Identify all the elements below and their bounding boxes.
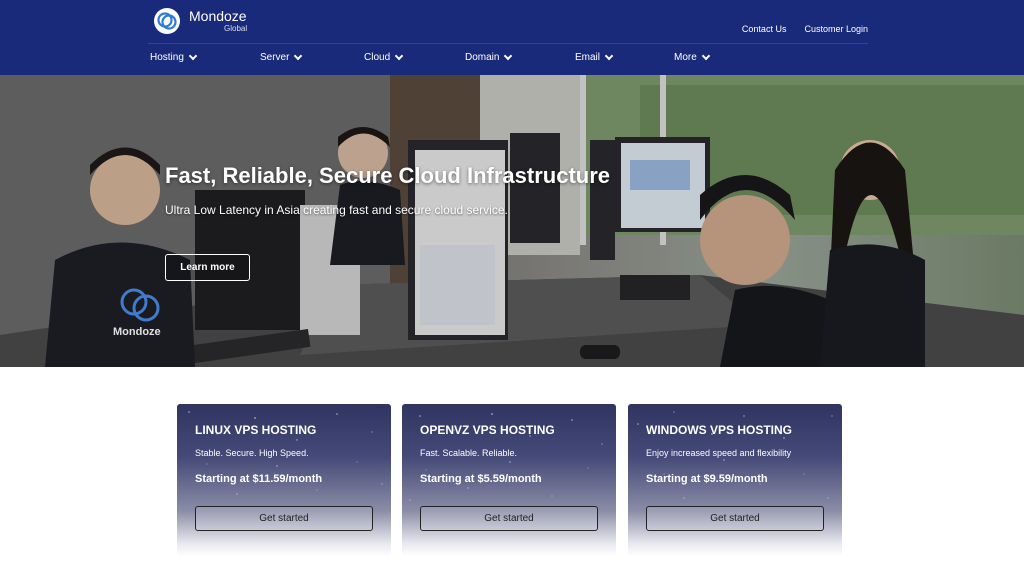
get-started-button[interactable]: Get started bbox=[420, 506, 598, 531]
brand-name: Mondoze bbox=[189, 8, 247, 24]
learn-more-button[interactable]: Learn more bbox=[165, 254, 250, 281]
card-price: Starting at $9.59/month bbox=[646, 473, 768, 485]
chevron-down-icon bbox=[504, 51, 513, 61]
get-started-button[interactable]: Get started bbox=[195, 506, 373, 531]
chevron-down-icon bbox=[701, 51, 711, 61]
card-linux-vps: LINUX VPS HOSTING Stable. Secure. High S… bbox=[177, 404, 391, 556]
hero-title: Fast, Reliable, Secure Cloud Infrastruct… bbox=[165, 163, 611, 188]
card-description: Enjoy increased speed and flexibility bbox=[646, 448, 792, 458]
nav-divider bbox=[148, 43, 868, 44]
card-description: Fast. Scalable. Reliable. bbox=[420, 448, 518, 458]
customer-login-link[interactable]: Customer Login bbox=[804, 24, 868, 34]
chevron-down-icon bbox=[604, 51, 614, 61]
nav-item-cloud[interactable]: Cloud bbox=[364, 51, 404, 63]
nav-label: Server bbox=[260, 52, 290, 63]
hero-subtitle: Ultra Low Latency in Asia creating fast … bbox=[165, 203, 508, 217]
chevron-down-icon bbox=[294, 51, 303, 61]
nav-item-hosting[interactable]: Hosting bbox=[150, 51, 198, 63]
card-price: Starting at $11.59/month bbox=[195, 473, 323, 485]
nav-label: Hosting bbox=[150, 52, 184, 63]
nav-item-server[interactable]: Server bbox=[260, 51, 303, 63]
card-price: Starting at $5.59/month bbox=[420, 473, 542, 485]
top-links: Contact Us Customer Login bbox=[742, 24, 868, 34]
card-title: LINUX VPS HOSTING bbox=[195, 423, 317, 437]
card-windows-vps: WINDOWS VPS HOSTING Enjoy increased spee… bbox=[628, 404, 842, 556]
card-title: WINDOWS VPS HOSTING bbox=[646, 423, 793, 437]
nav-label: Cloud bbox=[364, 52, 391, 63]
nav-label: Email bbox=[575, 52, 601, 63]
nav-item-domain[interactable]: Domain bbox=[465, 51, 513, 63]
card-title: OPENVZ VPS HOSTING bbox=[420, 423, 555, 437]
nav-item-email[interactable]: Email bbox=[575, 51, 614, 63]
nav-item-more[interactable]: More bbox=[674, 51, 711, 63]
nav-label: Domain bbox=[465, 52, 500, 63]
chevron-down-icon bbox=[394, 51, 404, 61]
hero-banner: Mondoze Fast, Reliable, Secure Cloud Inf… bbox=[0, 75, 1024, 367]
brand-sub: Global bbox=[224, 24, 248, 33]
card-description: Stable. Secure. High Speed. bbox=[195, 448, 309, 458]
main-nav: Hosting Server Cloud Domain Email More bbox=[0, 51, 1024, 66]
site-header: Mondoze Global Contact Us Customer Login… bbox=[0, 0, 1024, 75]
contact-us-link[interactable]: Contact Us bbox=[742, 24, 787, 34]
chevron-down-icon bbox=[188, 51, 198, 61]
mondoze-logo-icon bbox=[154, 8, 180, 34]
office-photo: Mondoze bbox=[0, 75, 1024, 367]
get-started-button[interactable]: Get started bbox=[646, 506, 824, 531]
card-openvz-vps: OPENVZ VPS HOSTING Fast. Scalable. Relia… bbox=[402, 404, 616, 556]
brand-logo[interactable]: Mondoze Global bbox=[153, 7, 247, 35]
nav-label: More bbox=[674, 52, 697, 63]
